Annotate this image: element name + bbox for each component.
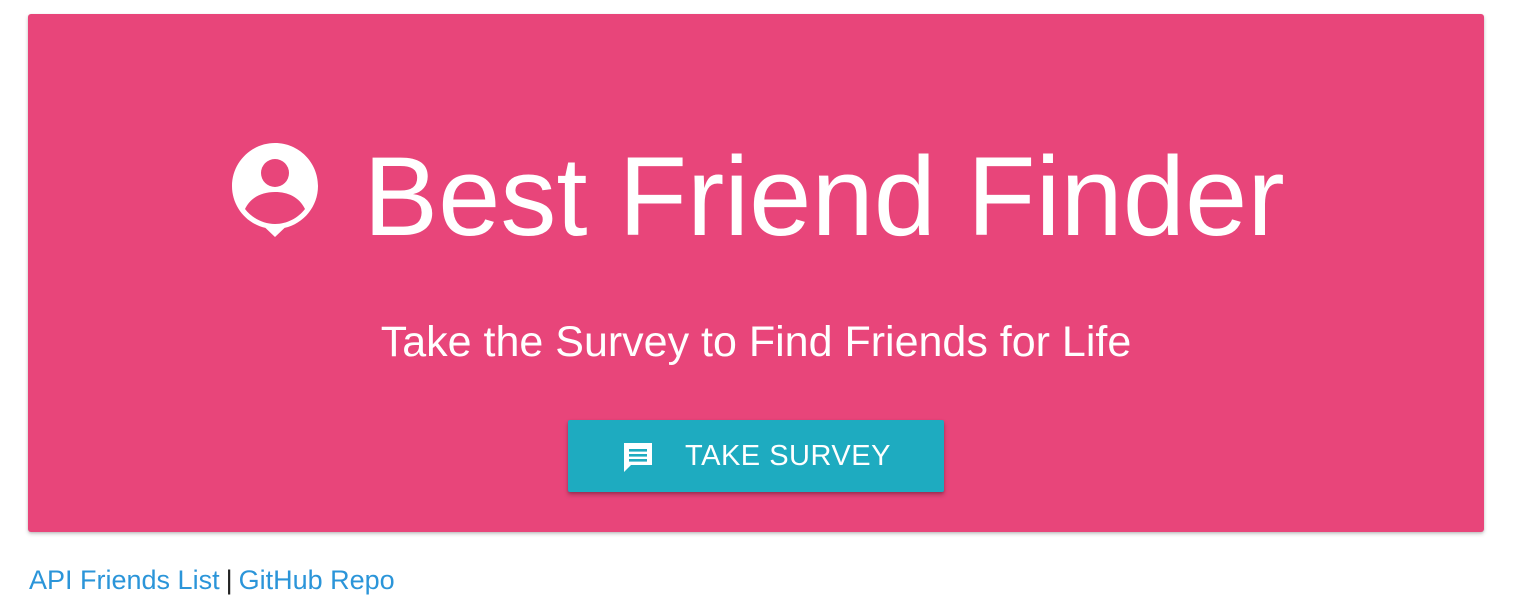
- person-pin-icon: [232, 143, 319, 237]
- chat-bubble-icon: [624, 443, 653, 472]
- page-title: Best Friend Finder: [363, 134, 1285, 259]
- footer-links: API Friends List | GitHub Repo: [29, 562, 395, 598]
- link-separator: |: [225, 565, 233, 595]
- api-friends-list-link[interactable]: API Friends List: [29, 565, 220, 595]
- take-survey-label: TAKE SURVEY: [685, 439, 891, 472]
- hero-banner: Best Friend Finder Take the Survey to Fi…: [28, 14, 1484, 532]
- title-row: Best Friend Finder: [28, 132, 1484, 262]
- take-survey-button[interactable]: TAKE SURVEY: [568, 420, 944, 492]
- page-subtitle: Take the Survey to Find Friends for Life: [380, 318, 1132, 366]
- github-repo-link[interactable]: GitHub Repo: [239, 565, 395, 595]
